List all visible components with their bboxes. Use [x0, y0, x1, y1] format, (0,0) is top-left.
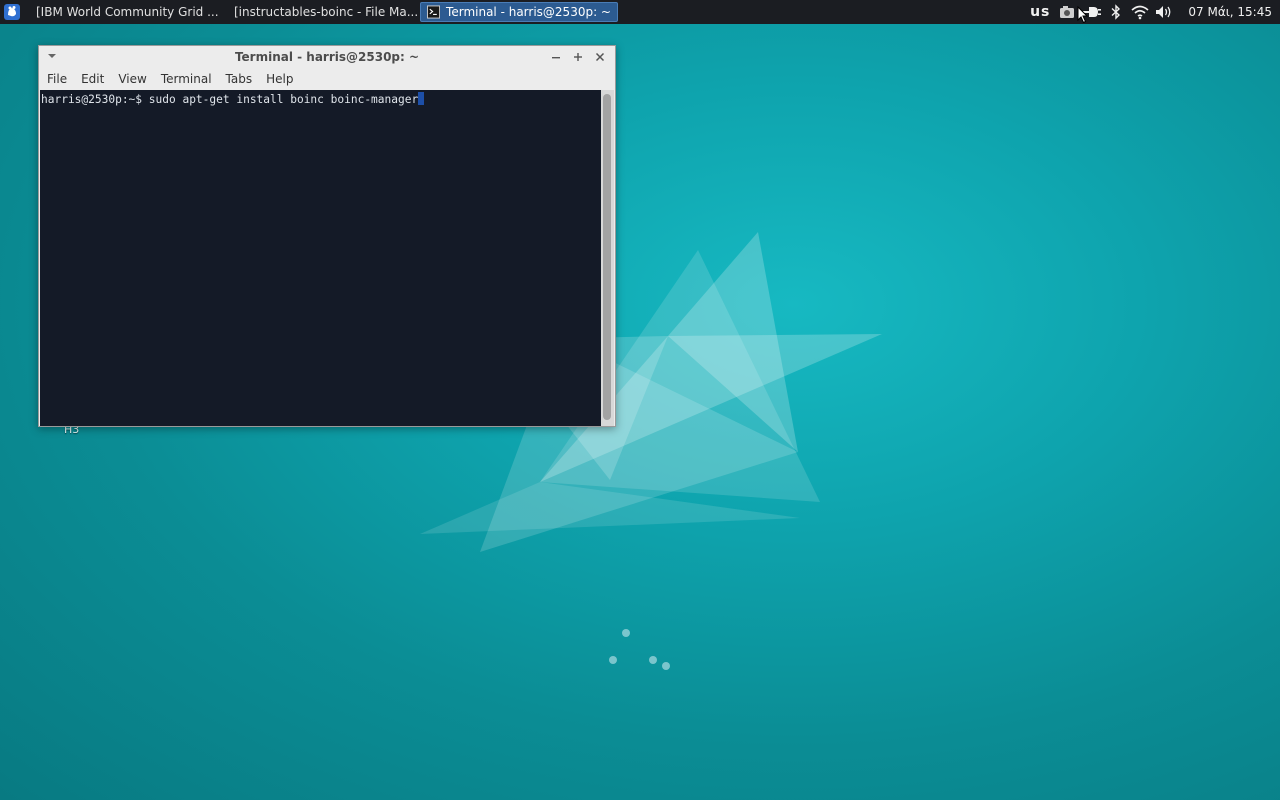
menu-terminal[interactable]: Terminal [155, 72, 218, 86]
terminal-output[interactable]: harris@2530p:~$ sudo apt-get install boi… [40, 90, 602, 426]
close-icon [595, 52, 605, 62]
shell-prompt: harris@2530p:~$ [41, 93, 149, 106]
minimize-icon [552, 57, 560, 59]
command-text: sudo apt-get install boinc boinc-manager [148, 93, 419, 106]
terminal-icon [427, 5, 441, 19]
text-cursor [418, 92, 425, 105]
terminal-menubar: File Edit View Terminal Tabs Help [39, 68, 615, 90]
xfce-mouse-icon [4, 4, 20, 20]
minimize-button[interactable] [547, 48, 565, 66]
camera-icon [1060, 6, 1075, 18]
whisker-menu-button[interactable] [0, 0, 24, 24]
wifi-icon [1131, 5, 1149, 20]
close-button[interactable] [591, 48, 609, 66]
menu-file[interactable]: File [41, 72, 73, 86]
window-title: Terminal - harris@2530p: ~ [234, 50, 420, 64]
maximize-button[interactable] [569, 48, 587, 66]
volume-tray-button[interactable] [1152, 0, 1176, 24]
clock[interactable]: 07 Μάι, 15:45 [1176, 5, 1280, 19]
taskbar-item-label: Terminal - harris@2530p: ~ [446, 5, 611, 19]
taskbar-item-file-manager[interactable]: [instructables-boinc - File Ma... [222, 2, 420, 22]
mouse-pointer-icon [1077, 6, 1089, 24]
terminal-window: Terminal - harris@2530p: ~ File Edit Vie… [38, 45, 616, 427]
maximize-icon [574, 53, 582, 61]
terminal-scrollbar[interactable] [601, 90, 614, 426]
volume-icon [1156, 6, 1171, 18]
taskbar-item-firefox[interactable]: [IBM World Community Grid ... [24, 2, 222, 22]
wifi-tray-button[interactable] [1128, 0, 1152, 24]
window-titlebar[interactable]: Terminal - harris@2530p: ~ [39, 46, 615, 68]
menu-edit[interactable]: Edit [75, 72, 110, 86]
menu-tabs[interactable]: Tabs [220, 72, 259, 86]
taskbar-item-label: [IBM World Community Grid ... [36, 5, 219, 19]
bluetooth-icon [1111, 4, 1121, 20]
system-tray: us 07 Μάι, 15:45 [1030, 0, 1280, 24]
bluetooth-tray-button[interactable] [1104, 0, 1128, 24]
taskbar-item-label: [instructables-boinc - File Ma... [234, 5, 419, 19]
keyboard-layout-indicator[interactable]: us [1030, 4, 1050, 20]
menu-help[interactable]: Help [260, 72, 299, 86]
scrollbar-thumb[interactable] [603, 94, 611, 420]
taskbar-item-terminal[interactable]: Terminal - harris@2530p: ~ [420, 2, 618, 22]
menu-view[interactable]: View [112, 72, 152, 86]
